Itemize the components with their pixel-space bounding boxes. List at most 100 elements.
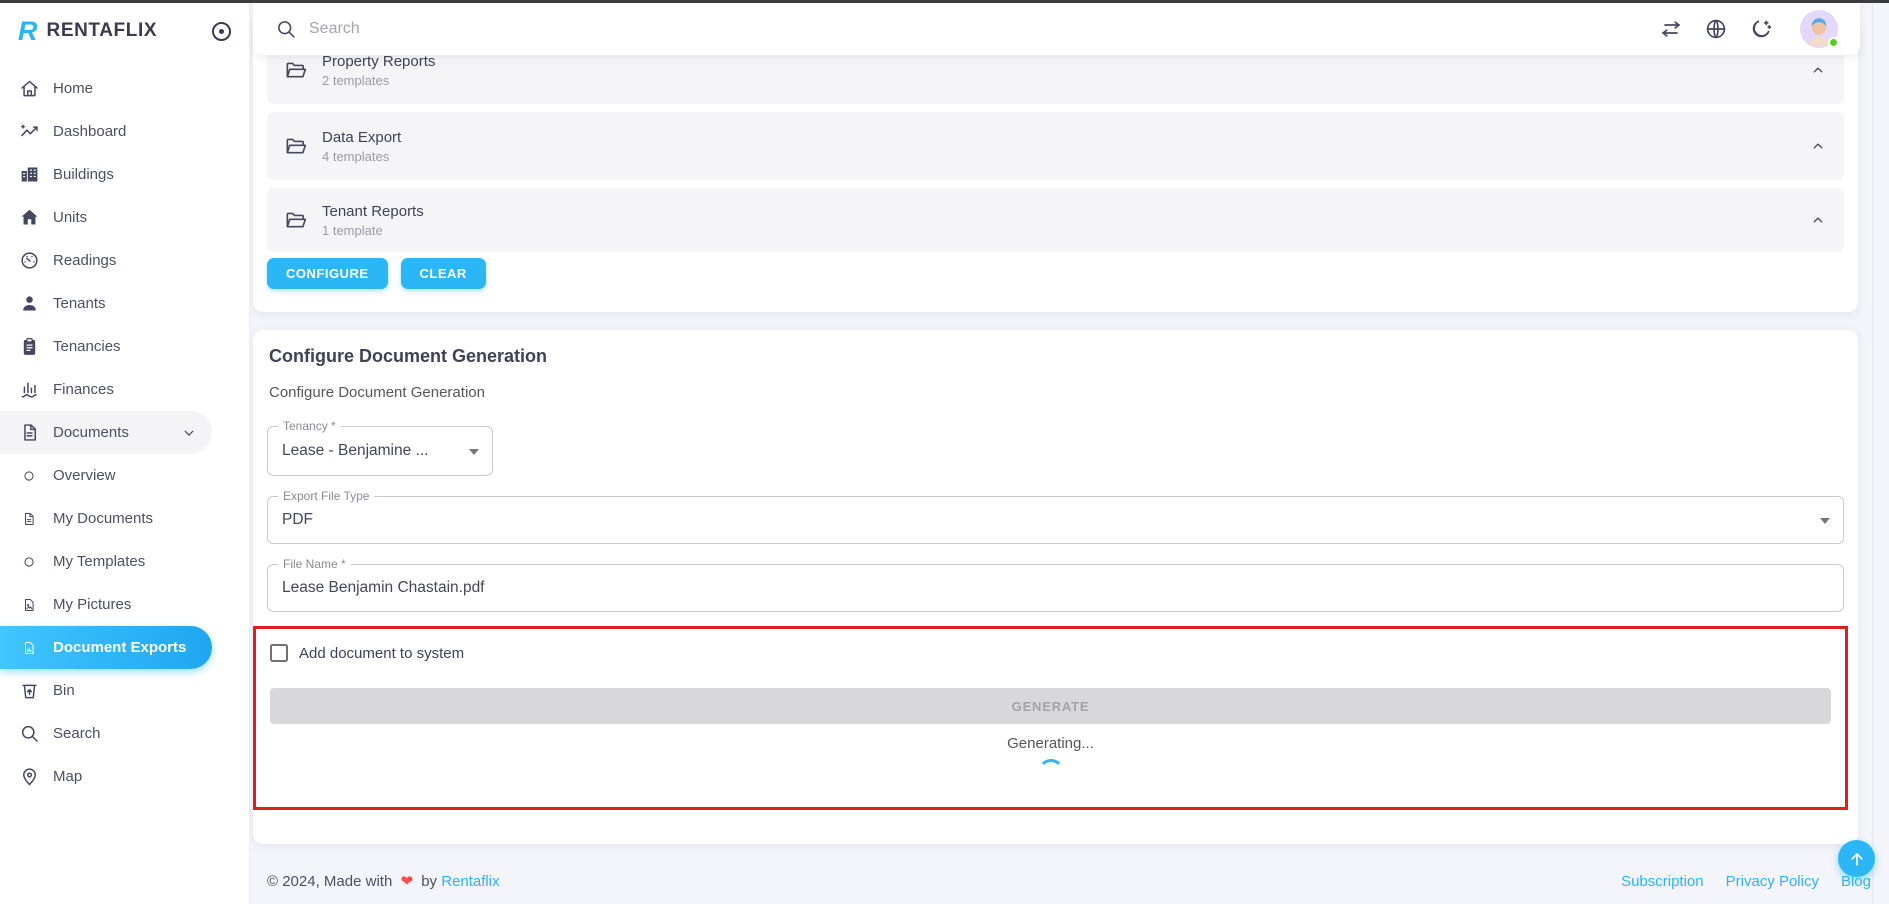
bin-icon [19, 680, 40, 701]
sidebar-item-my-templates[interactable]: My Templates [0, 540, 212, 583]
add-document-checkbox[interactable] [270, 644, 288, 662]
debug-highlight-region: Add document to system GENERATE Generati… [253, 626, 1848, 810]
search-input[interactable] [309, 20, 729, 38]
scroll-to-top-button[interactable] [1838, 840, 1875, 877]
tenancy-label: Tenancy * [278, 419, 341, 433]
tenancy-select[interactable]: Tenancy * Lease - Benjamine ... [267, 426, 493, 476]
sidebar-item-label: Dashboard [53, 123, 212, 140]
folder-open-icon [284, 59, 307, 82]
select-caret-icon [469, 449, 479, 455]
sidebar-item-search[interactable]: Search [0, 712, 212, 755]
search-icon [19, 723, 40, 744]
sidebar-item-documents[interactable]: Documents [0, 411, 212, 454]
chevron-down-icon [180, 424, 198, 442]
chevron-up-icon [1809, 211, 1827, 229]
sidebar-pin-icon[interactable] [212, 22, 231, 41]
file-icon [22, 512, 36, 526]
folder-open-icon [284, 135, 307, 158]
accordion-title: Tenant Reports [322, 203, 1809, 220]
accordion-subtitle: 4 templates [322, 149, 1809, 164]
buildings-icon [19, 164, 40, 185]
brand-header: R RENTAFLIX [0, 3, 249, 59]
file-name-label: File Name * [278, 557, 351, 571]
template-groups-card: Property Reports 2 templates Data Export… [253, 20, 1858, 312]
sidebar-item-tenants[interactable]: Tenants [0, 282, 212, 325]
units-icon [19, 207, 40, 228]
privacy-policy-link[interactable]: Privacy Policy [1726, 873, 1819, 890]
export-type-label: Export File Type [278, 489, 374, 503]
folder-open-icon [284, 209, 307, 232]
accordion-texts: Property Reports 2 templates [322, 53, 1809, 88]
export-type-select[interactable]: Export File Type PDF [267, 496, 1844, 544]
sidebar-item-tenancies[interactable]: Tenancies [0, 325, 212, 368]
sidebar-item-label: Search [53, 725, 212, 742]
footer: © 2024, Made with ❤ by Rentaflix Subscri… [267, 872, 1871, 890]
tenancies-icon [19, 336, 40, 357]
finances-icon [19, 379, 40, 400]
sidebar-item-label: My Documents [53, 510, 212, 527]
search-icon [275, 18, 297, 40]
arrow-up-icon [1847, 849, 1867, 869]
window-top-edge [0, 0, 1889, 3]
accordion-subtitle: 2 templates [322, 73, 1809, 88]
image-file-icon [22, 598, 36, 612]
subscription-link[interactable]: Subscription [1621, 873, 1704, 890]
add-document-checkbox-row[interactable]: Add document to system [270, 644, 464, 662]
readings-icon [19, 250, 40, 271]
configure-button[interactable]: CONFIGURE [267, 258, 388, 289]
sidebar-item-home[interactable]: Home [0, 67, 212, 110]
chevron-up-icon [1809, 61, 1827, 79]
export-file-icon [22, 641, 36, 655]
sidebar-item-buildings[interactable]: Buildings [0, 153, 212, 196]
sidebar: R RENTAFLIX Home Dashboard Buildings Uni… [0, 3, 250, 904]
accordion-title: Property Reports [322, 53, 1809, 70]
circle-icon [22, 469, 36, 483]
swap-horizontal-icon[interactable] [1659, 17, 1683, 41]
chevron-up-icon [1809, 137, 1827, 155]
sidebar-item-label: My Templates [53, 553, 212, 570]
file-name-field[interactable]: File Name * Lease Benjamin Chastain.pdf [267, 564, 1844, 612]
home-icon [19, 78, 40, 99]
copyright: © 2024, Made with ❤ by Rentaflix [267, 872, 500, 890]
sidebar-item-readings[interactable]: Readings [0, 239, 212, 282]
clear-button[interactable]: CLEAR [401, 258, 486, 289]
sidebar-item-label: Tenancies [53, 338, 212, 355]
sidebar-item-my-pictures[interactable]: My Pictures [0, 583, 212, 626]
appbar [253, 3, 1860, 55]
rentaflix-link[interactable]: Rentaflix [441, 873, 499, 890]
accordion-subtitle: 1 template [322, 223, 1809, 238]
footer-links: Subscription Privacy Policy Blog [1621, 873, 1871, 890]
scrollbar-track[interactable] [1872, 3, 1873, 904]
brand-logo: R [18, 16, 38, 47]
brand-name: RENTAFLIX [47, 20, 213, 42]
sidebar-item-label: Documents [53, 424, 180, 441]
accordion-texts: Tenant Reports 1 template [322, 203, 1809, 238]
sidebar-item-bin[interactable]: Bin [0, 669, 212, 712]
moon-stars-icon[interactable] [1749, 17, 1773, 41]
accordion-tenant-reports[interactable]: Tenant Reports 1 template [267, 188, 1844, 252]
generate-button[interactable]: GENERATE [270, 688, 1831, 724]
sidebar-item-label: Buildings [53, 166, 212, 183]
sidebar-item-document-exports[interactable]: Document Exports [0, 626, 212, 669]
globe-icon[interactable] [1704, 17, 1728, 41]
sidebar-item-label: Units [53, 209, 212, 226]
sidebar-item-finances[interactable]: Finances [0, 368, 212, 411]
add-document-label: Add document to system [299, 645, 464, 662]
sidebar-item-label: Tenants [53, 295, 212, 312]
online-status-dot [1828, 37, 1839, 48]
sidebar-nav: Home Dashboard Buildings Units Readings [0, 67, 249, 798]
sidebar-item-my-documents[interactable]: My Documents [0, 497, 212, 540]
sidebar-item-label: Finances [53, 381, 212, 398]
sidebar-item-units[interactable]: Units [0, 196, 212, 239]
copyright-suffix: by [421, 873, 437, 890]
user-avatar[interactable] [1800, 10, 1838, 48]
card-subtitle: Configure Document Generation [269, 384, 485, 401]
sidebar-item-label: Document Exports [53, 639, 212, 656]
card-title: Configure Document Generation [269, 346, 547, 367]
loading-spinner [1038, 759, 1064, 785]
sidebar-item-overview[interactable]: Overview [0, 454, 212, 497]
sidebar-item-dashboard[interactable]: Dashboard [0, 110, 212, 153]
accordion-data-export[interactable]: Data Export 4 templates [267, 112, 1844, 180]
sidebar-item-label: Readings [53, 252, 212, 269]
sidebar-item-map[interactable]: Map [0, 755, 212, 798]
